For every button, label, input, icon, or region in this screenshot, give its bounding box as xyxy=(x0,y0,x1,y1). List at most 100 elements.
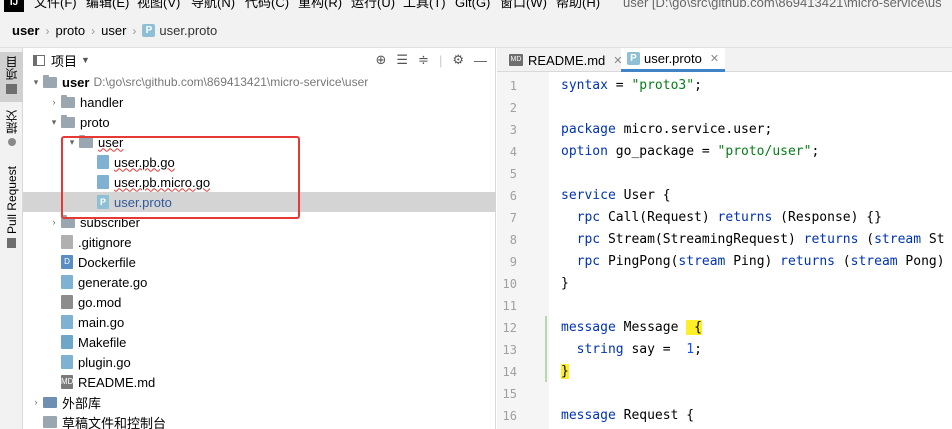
highlight-box xyxy=(61,136,300,219)
tab-user-proto[interactable]: P user.proto ✕ xyxy=(621,48,726,72)
go-file-icon xyxy=(61,275,73,289)
line-number: 14 xyxy=(502,365,517,379)
code-line: rpc PingPong(stream Ping) returns (strea… xyxy=(561,254,945,269)
tree-row[interactable]: MD README.md xyxy=(23,372,496,392)
code-token: stream xyxy=(850,254,898,269)
code-line: } xyxy=(561,276,569,291)
menu-code[interactable]: 代码(C) xyxy=(245,0,289,12)
editor-tab-bar: MD README.md ✕ P user.proto ✕ xyxy=(497,48,952,72)
menu-bar: IJ 文件(F) 编辑(E) 视图(V) 导航(N) 代码(C) 重构(R) 运… xyxy=(0,0,952,14)
window-title: user [D:\go\src\github.com\869413421\mic… xyxy=(623,0,942,10)
menu-edit[interactable]: 编辑(E) xyxy=(86,0,129,12)
tab-readme[interactable]: MD README.md ✕ xyxy=(503,48,629,72)
gear-icon[interactable]: ⚙ xyxy=(452,52,464,68)
menu-git[interactable]: Git(G) xyxy=(455,0,490,12)
tree-row[interactable]: › 外部库 xyxy=(23,392,496,412)
menu-navigate[interactable]: 导航(N) xyxy=(191,0,235,12)
code-line: package micro.service.user; xyxy=(561,122,772,137)
tool-tab-commit[interactable]: 提交 xyxy=(0,110,23,154)
menu-view[interactable]: 视图(V) xyxy=(137,0,180,12)
menu-help[interactable]: 帮助(H) xyxy=(556,0,600,12)
tree-item-label: proto xyxy=(80,114,110,130)
line-number: 7 xyxy=(509,211,517,225)
tree-row[interactable]: ▾ proto xyxy=(23,112,496,132)
tree-row[interactable]: 草稿文件和控制台 xyxy=(23,412,496,429)
code-token: service xyxy=(561,188,616,203)
tree-item-label: go.mod xyxy=(78,294,122,310)
code-token: Call(Request) xyxy=(600,210,710,225)
chevron-right-icon[interactable]: › xyxy=(29,397,43,407)
code-editor[interactable]: syntax = "proto3"; package micro.service.… xyxy=(549,72,952,429)
collapse-all-icon[interactable]: ☰ xyxy=(396,52,408,68)
tree-row[interactable]: ▾ user D:\go\src\github.com\869413421\micr… xyxy=(23,72,496,92)
minimize-icon[interactable]: — xyxy=(474,53,487,68)
code-token: = xyxy=(607,78,624,93)
code-line: service User { xyxy=(561,188,671,203)
chevron-down-icon[interactable]: ▼ xyxy=(81,55,90,65)
close-icon[interactable]: ✕ xyxy=(710,52,719,65)
code-token: message xyxy=(561,408,616,423)
markdown-file-icon: MD xyxy=(509,54,523,66)
scratch-file-icon xyxy=(43,416,57,428)
tree-row[interactable]: plugin.go xyxy=(23,352,496,372)
breadcrumb-item-user[interactable]: user xyxy=(101,23,126,38)
menu-window[interactable]: 窗口(W) xyxy=(500,0,547,12)
tool-tab-project[interactable]: 项目 xyxy=(0,52,23,102)
line-number: 16 xyxy=(502,409,517,423)
folder-icon xyxy=(43,74,57,88)
expand-all-icon[interactable]: ≑ xyxy=(418,52,429,68)
code-token: Stream(StreamingRequest) xyxy=(600,232,796,247)
locate-icon[interactable]: ⊕ xyxy=(375,52,386,68)
code-token: say = xyxy=(623,342,679,357)
tree-row[interactable]: › handler xyxy=(23,92,496,112)
tree-item-label: README.md xyxy=(78,374,156,390)
tree-item-label: main.go xyxy=(78,314,125,330)
tree-row[interactable]: main.go xyxy=(23,312,496,332)
chevron-right-icon[interactable]: › xyxy=(47,217,61,227)
line-number: 9 xyxy=(509,255,517,269)
chevron-right-icon[interactable]: › xyxy=(47,97,61,107)
vcs-change-marker xyxy=(545,316,547,382)
line-number: 6 xyxy=(509,189,517,203)
project-panel-title[interactable]: 项目 xyxy=(51,51,77,70)
line-number: 2 xyxy=(509,101,517,115)
menu-tools[interactable]: 工具(T) xyxy=(403,0,446,12)
chevron-down-icon[interactable]: ▾ xyxy=(29,77,43,88)
breadcrumb-item-file[interactable]: user.proto xyxy=(159,23,217,38)
code-token: { xyxy=(686,320,702,335)
line-number: 5 xyxy=(509,167,517,181)
code-line: string say = 1; xyxy=(561,342,702,357)
docker-file-icon: D xyxy=(61,255,73,269)
code-line: message Request { xyxy=(561,408,694,423)
breadcrumb-item-proto[interactable]: proto xyxy=(55,23,85,38)
code-token: syntax xyxy=(561,78,608,93)
project-view-icon xyxy=(33,54,45,66)
code-token: ; xyxy=(694,342,702,357)
line-number: 1 xyxy=(509,79,517,93)
tool-tab-project-label: 项目 xyxy=(5,56,19,80)
menu-file[interactable]: 文件(F) xyxy=(34,0,77,12)
chevron-down-icon[interactable]: ▾ xyxy=(47,117,61,128)
tree-item-label: 草稿文件和控制台 xyxy=(62,415,167,429)
tree-row[interactable]: D Dockerfile xyxy=(23,252,496,272)
code-token: package xyxy=(561,122,616,137)
line-number: 4 xyxy=(509,145,517,159)
code-token: rpc xyxy=(576,254,601,269)
make-file-icon xyxy=(61,335,73,349)
code-token: } xyxy=(561,276,569,291)
code-token: ; xyxy=(811,144,820,159)
tree-row[interactable]: generate.go xyxy=(23,272,496,292)
menu-refactor[interactable]: 重构(R) xyxy=(298,0,342,12)
tree-row[interactable]: Makefile xyxy=(23,332,496,352)
tree-row[interactable]: go.mod xyxy=(23,292,496,312)
chevron-right-icon: › xyxy=(91,23,96,38)
code-token: ( xyxy=(834,254,851,269)
code-token: returns xyxy=(795,232,859,247)
tool-tab-pull-request[interactable]: Pull Request xyxy=(0,166,23,256)
proto-file-icon: P xyxy=(142,24,156,37)
code-token: micro.service.user; xyxy=(615,122,773,137)
menu-run[interactable]: 运行(U) xyxy=(351,0,395,12)
tree-row[interactable]: .gitignore xyxy=(23,232,496,252)
breadcrumb-item-project[interactable]: user xyxy=(12,23,39,38)
